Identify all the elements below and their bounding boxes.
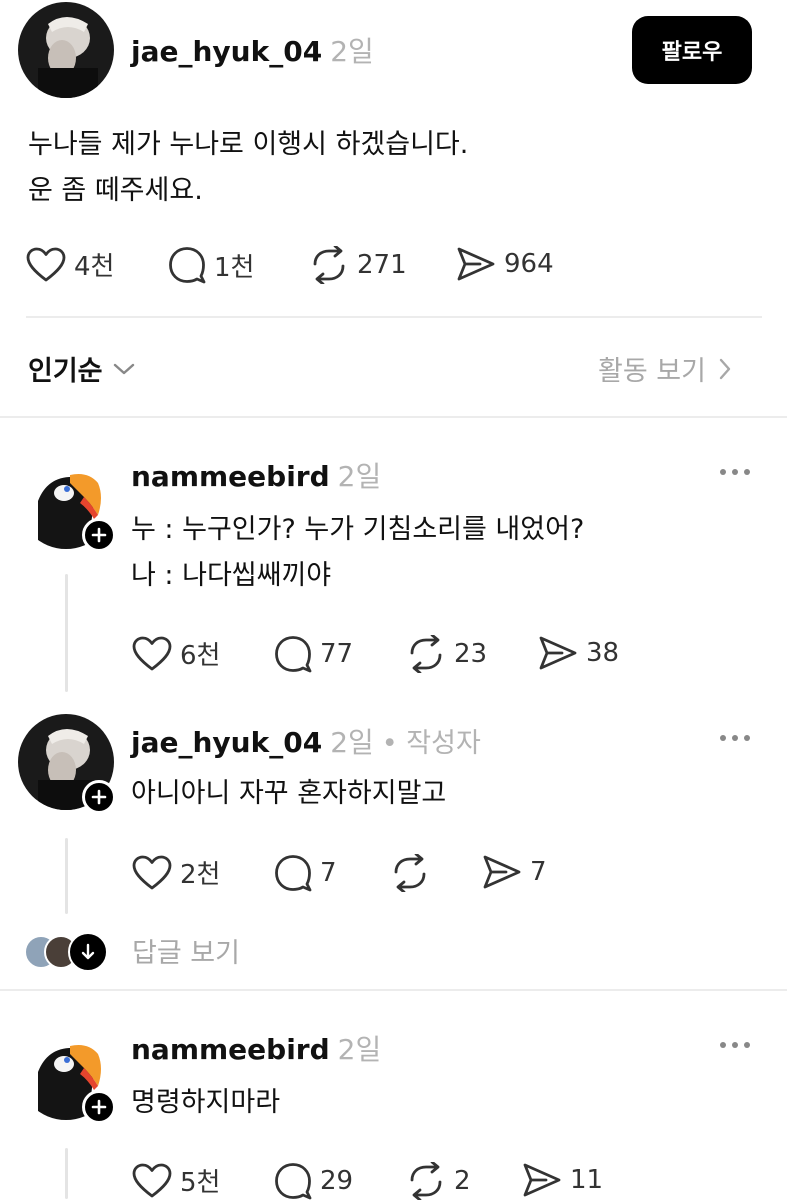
repost-count: 2	[454, 1166, 471, 1196]
repost-icon	[313, 246, 345, 284]
arrow-down-icon	[81, 943, 95, 960]
view-replies-label: 답글 보기	[132, 937, 240, 969]
post-text-line: 누나들 제가 누나로 이행시 하겠습니다.	[28, 129, 469, 160]
share-button[interactable]: 38	[538, 635, 619, 671]
post-author-username[interactable]: jae_hyuk_04	[131, 35, 322, 68]
like-count: 2천	[180, 860, 221, 890]
like-button[interactable]: 6천	[132, 635, 220, 672]
reply-text-line: 나 : 나다씹쌔끼야	[131, 560, 332, 591]
share-count: 964	[504, 249, 554, 279]
divider	[0, 989, 787, 991]
comment-icon	[169, 247, 206, 284]
more-options-icon[interactable]	[720, 735, 750, 741]
follow-plus-button[interactable]	[82, 1090, 116, 1124]
reply-author-username[interactable]: jae_hyuk_04	[131, 726, 322, 759]
thread-line	[65, 1148, 68, 1199]
comment-count: 29	[320, 1166, 354, 1196]
reply-text-line: 아니아니 자꾸 혼자하지말고	[131, 778, 447, 809]
send-icon	[483, 855, 521, 889]
share-button[interactable]: 7	[482, 854, 547, 890]
reply-body: 아니아니 자꾸 혼자하지말고	[131, 771, 446, 817]
repost-count: 23	[454, 639, 488, 669]
repost-button[interactable]: 2	[406, 1162, 471, 1200]
reply-text-line: 명령하지마라	[131, 1087, 281, 1118]
repost-button[interactable]: 271	[309, 246, 407, 284]
like-button[interactable]: 2천	[132, 854, 220, 891]
more-options-icon[interactable]	[720, 1042, 750, 1048]
comment-icon	[275, 636, 312, 673]
plus-icon	[91, 789, 107, 805]
send-icon	[523, 1163, 561, 1197]
like-count: 6천	[180, 641, 221, 671]
comment-count: 1천	[214, 252, 255, 283]
comment-count: 77	[320, 639, 354, 669]
reply-text-line: 누 : 누구인가? 누가 기침소리를 내었어?	[131, 514, 585, 545]
share-button[interactable]: 964	[456, 246, 554, 282]
plus-icon	[91, 527, 107, 543]
comment-count: 7	[320, 858, 337, 888]
heart-icon	[26, 247, 66, 281]
repost-icon	[410, 1162, 442, 1200]
reply-timestamp: 2일	[337, 460, 382, 493]
plus-icon	[91, 1099, 107, 1115]
share-count: 7	[530, 857, 547, 887]
share-count: 11	[570, 1165, 604, 1195]
like-count: 4천	[74, 252, 115, 282]
comment-icon	[275, 1163, 312, 1200]
repost-icon	[410, 635, 442, 673]
share-count: 38	[586, 638, 620, 668]
sort-dropdown[interactable]: 인기순	[28, 349, 137, 388]
comment-button[interactable]: 7	[274, 854, 337, 892]
reply-author-username[interactable]: nammeebird	[131, 1033, 330, 1066]
heart-icon	[132, 855, 172, 889]
arrow-down-badge	[68, 932, 108, 972]
divider	[0, 416, 787, 418]
follow-plus-button[interactable]	[82, 518, 116, 552]
thread-line	[65, 574, 68, 692]
repost-button[interactable]	[390, 854, 430, 892]
view-activity-link[interactable]: 활동 보기	[598, 349, 734, 388]
heart-icon	[132, 636, 172, 670]
author-badge: • 작성자	[381, 728, 481, 759]
sort-label: 인기순	[28, 356, 103, 387]
like-count: 5천	[180, 1168, 221, 1198]
more-options-icon[interactable]	[720, 469, 750, 475]
comment-button[interactable]: 29	[274, 1162, 353, 1200]
post-author-avatar[interactable]	[18, 2, 114, 98]
heart-icon	[132, 1163, 172, 1197]
comment-button[interactable]: 1천	[168, 246, 254, 284]
repost-button[interactable]: 23	[406, 635, 487, 673]
divider	[26, 316, 762, 318]
post-body: 누나들 제가 누나로 이행시 하겠습니다. 운 좀 떼주세요.	[28, 122, 468, 214]
reply-body: 누 : 누구인가? 누가 기침소리를 내었어? 나 : 나다씹쌔끼야	[131, 507, 584, 599]
reply-timestamp: 2일	[337, 1033, 382, 1066]
share-button[interactable]: 11	[522, 1162, 603, 1198]
reply-author-username[interactable]: nammeebird	[131, 460, 330, 493]
follow-button[interactable]: 팔로우	[632, 16, 752, 84]
repost-count: 271	[357, 250, 407, 280]
thread-line	[65, 838, 68, 914]
chevron-down-icon	[113, 363, 134, 374]
comment-icon	[275, 855, 312, 892]
chevron-right-icon	[719, 358, 731, 379]
post-text-line: 운 좀 떼주세요.	[28, 175, 203, 206]
like-button[interactable]: 5천	[132, 1162, 220, 1199]
send-icon	[539, 636, 577, 670]
like-button[interactable]: 4천	[26, 246, 114, 283]
post-timestamp: 2일	[330, 35, 374, 68]
follow-plus-button[interactable]	[82, 780, 116, 814]
view-activity-label: 활동 보기	[598, 356, 706, 387]
repost-icon	[394, 854, 426, 892]
view-replies-row[interactable]: 답글 보기	[24, 930, 240, 972]
comment-button[interactable]: 77	[274, 635, 353, 673]
reply-timestamp: 2일	[330, 726, 374, 759]
reply-body: 명령하지마라	[131, 1080, 280, 1126]
send-icon	[457, 247, 495, 281]
